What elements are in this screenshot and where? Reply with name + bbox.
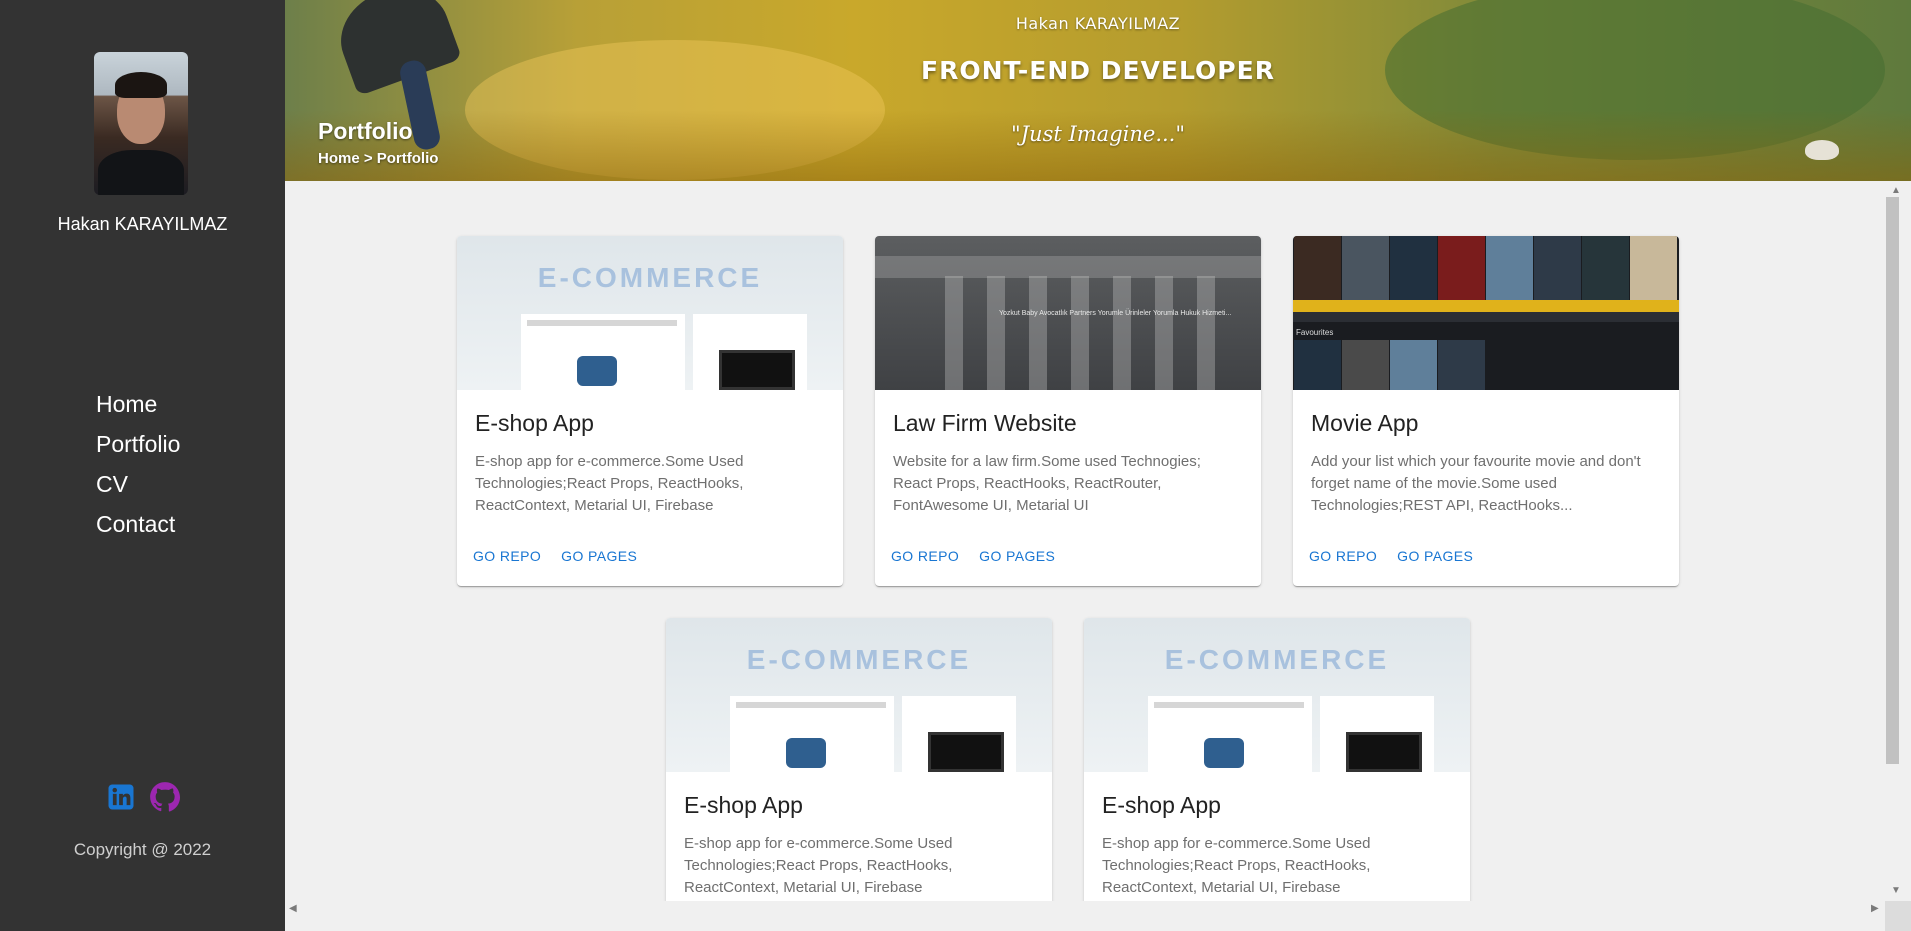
header-role: FRONT-END DEVELOPER [921,56,1275,85]
nav-portfolio[interactable]: Portfolio [96,424,180,464]
project-card[interactable]: Yozkut Baby Avocatlık Partners Yorumle Ü… [875,236,1261,586]
scroll-up-icon[interactable]: ▲ [1891,185,1901,196]
project-description: E-shop app for e-commerce.Some Used Tech… [684,835,953,896]
project-image: E-COMMERCE [666,618,1052,772]
header-name: Hakan KARAYILMAZ [1015,14,1181,33]
project-title: Movie App [1311,410,1419,436]
page-title: Portfolio [318,118,413,144]
sidebar: Hakan KARAYILMAZ Home Portfolio CV Conta… [0,0,285,931]
go-repo-button[interactable]: GO REPO [883,544,967,568]
project-card[interactable]: E-COMMERCE E-shop App E-shop app for e-c… [666,618,1052,901]
project-image: E-COMMERCE [1084,618,1470,772]
header-banner: Hakan KARAYILMAZ FRONT-END DEVELOPER "Ju… [285,0,1911,181]
breadcrumb[interactable]: Home > Portfolio [318,150,438,167]
project-image: E-COMMERCE [457,236,843,390]
microwave-icon [928,732,1004,772]
portfolio-content: E-COMMERCE E-shop App E-shop app for e-c… [285,181,1885,901]
horizontal-scrollbar[interactable]: ◀ ▶ [285,901,1911,931]
vertical-scrollbar[interactable]: ▲ ▼ [1885,181,1911,931]
nav-contact[interactable]: Contact [96,504,180,544]
sidebar-name: Hakan KARAYILMAZ [57,214,228,234]
nav-home[interactable]: Home [96,384,180,424]
scroll-left-icon[interactable]: ◀ [289,903,297,914]
sidebar-nav: Home Portfolio CV Contact [96,384,180,544]
go-pages-button[interactable]: GO PAGES [1389,544,1481,568]
project-image: Favourites [1293,236,1679,390]
github-icon[interactable] [148,780,182,814]
scrollbar-thumb[interactable] [1886,197,1899,764]
project-description: E-shop app for e-commerce.Some Used Tech… [475,453,744,514]
project-title: E-shop App [1102,792,1221,818]
scroll-right-icon[interactable]: ▶ [1871,903,1879,914]
project-card[interactable]: E-COMMERCE E-shop App E-shop app for e-c… [457,236,843,586]
project-description: Website for a law firm.Some used Technog… [893,453,1201,514]
linkedin-icon[interactable] [104,780,138,814]
go-pages-button[interactable]: GO PAGES [553,544,645,568]
project-title: Law Firm Website [893,410,1077,436]
bag-icon [1204,738,1244,768]
avatar [94,52,188,195]
go-pages-button[interactable]: GO PAGES [971,544,1063,568]
project-image: Yozkut Baby Avocatlık Partners Yorumle Ü… [875,236,1261,390]
go-repo-button[interactable]: GO REPO [1301,544,1385,568]
header-quote: "Just Imagine..." [1010,122,1186,146]
project-description: E-shop app for e-commerce.Some Used Tech… [1102,835,1371,896]
microwave-icon [1346,732,1422,772]
project-card[interactable]: Favourites Movie App Add your list which… [1293,236,1679,586]
project-description: Add your list which your favourite movie… [1311,453,1641,514]
social-links [104,780,182,814]
bag-icon [786,738,826,768]
project-title: E-shop App [684,792,803,818]
project-title: E-shop App [475,410,594,436]
project-card[interactable]: E-COMMERCE E-shop App E-shop app for e-c… [1084,618,1470,901]
copyright: Copyright @ 2022 [73,840,212,859]
bag-icon [577,356,617,386]
microwave-icon [719,350,795,390]
go-repo-button[interactable]: GO REPO [465,544,549,568]
nav-cv[interactable]: CV [96,464,180,504]
scrollbar-corner [1885,901,1911,931]
scroll-down-icon[interactable]: ▼ [1891,885,1901,896]
